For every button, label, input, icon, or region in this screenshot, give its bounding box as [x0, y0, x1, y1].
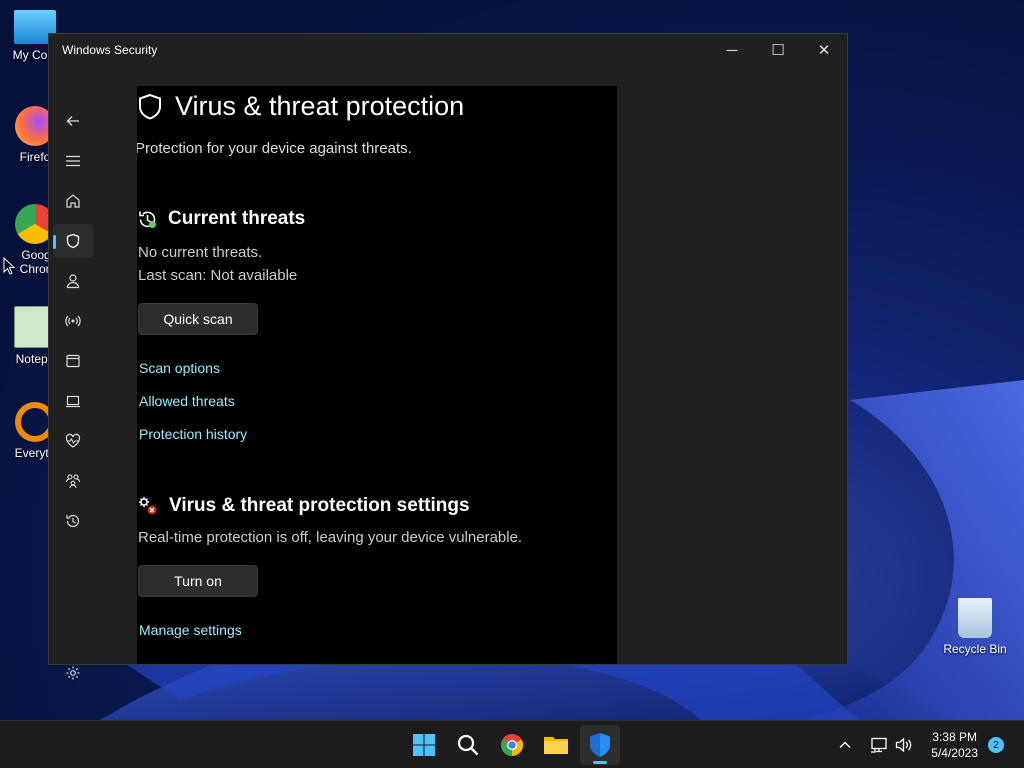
wifi-icon — [65, 315, 81, 327]
family-icon — [65, 474, 81, 489]
chevron-up-icon — [839, 741, 851, 748]
volume-control[interactable] — [895, 721, 913, 768]
nav-family-options[interactable] — [53, 464, 93, 498]
current-threats-heading: Current threats — [168, 208, 306, 229]
minimize-button[interactable]: ─ — [709, 34, 755, 66]
clock-time: 3:38 PM — [932, 730, 977, 744]
recycle-bin-icon — [958, 598, 992, 638]
clock-date: 5/4/2023 — [931, 746, 978, 760]
nav-app-browser-control[interactable] — [53, 344, 93, 378]
mouse-cursor — [3, 257, 15, 275]
windows-security-icon — [590, 733, 610, 757]
nav-virus-threat-protection[interactable] — [53, 224, 93, 258]
nav-settings[interactable] — [53, 656, 93, 690]
protection-history-link[interactable]: Protection history — [139, 426, 247, 442]
scan-options-link[interactable]: Scan options — [139, 360, 220, 376]
threat-status: No current threats. — [138, 244, 263, 261]
maximize-button[interactable]: ☐ — [755, 34, 801, 66]
back-icon — [66, 116, 79, 126]
last-scan-status: Last scan: Not available — [138, 267, 298, 284]
show-hidden-icons-button[interactable] — [838, 721, 852, 768]
close-button[interactable]: ✕ — [801, 34, 847, 66]
taskbar: 3:38 PM 5/4/2023 2 — [0, 720, 1024, 768]
settings-gears-icon — [139, 497, 157, 515]
shield-icon — [139, 93, 161, 120]
notification-badge[interactable]: 2 — [988, 737, 1004, 753]
quick-scan-button[interactable]: Quick scan — [138, 303, 258, 335]
system-clock[interactable]: 3:38 PM 5/4/2023 — [931, 729, 978, 761]
settings-icon — [66, 666, 80, 680]
desktop-icon-label: Recycle Bin — [943, 642, 1007, 656]
history-icon — [66, 514, 80, 528]
realtime-protection-warning: Real-time protection is off, leaving you… — [138, 529, 523, 546]
nav-home[interactable] — [53, 184, 93, 218]
taskbar-file-explorer[interactable] — [536, 725, 576, 765]
search-button[interactable] — [448, 725, 488, 765]
network-icon — [871, 737, 887, 753]
nav-protection-history[interactable] — [53, 504, 93, 538]
nav-account-protection[interactable] — [53, 264, 93, 298]
network-status[interactable] — [870, 721, 888, 768]
protection-settings-heading: Virus & threat protection settings — [169, 495, 470, 516]
current-threats-header: Current threats — [137, 208, 305, 230]
navigation-rail — [49, 66, 97, 680]
desktop-icon-recycle-bin[interactable]: Recycle Bin — [940, 598, 1010, 656]
nav-firewall-network[interactable] — [53, 304, 93, 338]
page-title: Virus & threat protection — [175, 91, 465, 121]
search-icon — [457, 734, 479, 756]
heart-pulse-icon — [65, 433, 81, 448]
page-header: Virus & threat protection — [137, 91, 464, 122]
taskbar-windows-security[interactable] — [580, 725, 620, 765]
manage-settings-link[interactable]: Manage settings — [139, 622, 242, 638]
file-explorer-icon — [544, 737, 568, 754]
person-icon — [66, 274, 80, 289]
back-button[interactable] — [53, 104, 93, 138]
home-icon — [66, 194, 80, 208]
chrome-icon — [501, 734, 523, 756]
menu-icon — [66, 155, 80, 167]
page-subtitle: Protection for your device against threa… — [137, 140, 412, 157]
windows-security-window: Windows Security ─ ☐ ✕ Virus & threat pr… — [48, 33, 848, 680]
turn-on-button[interactable]: Turn on — [138, 565, 258, 597]
start-icon — [413, 734, 435, 756]
nav-device-performance-health[interactable] — [53, 424, 93, 458]
nav-device-security[interactable] — [53, 384, 93, 418]
laptop-icon — [66, 395, 80, 408]
virus-threat-protection-page: Virus & threat protection Protection for… — [137, 86, 617, 664]
window-title: Windows Security — [62, 43, 158, 57]
allowed-threats-link[interactable]: Allowed threats — [139, 393, 235, 409]
title-bar[interactable]: Windows Security ─ ☐ ✕ — [49, 34, 847, 66]
start-button[interactable] — [404, 725, 444, 765]
protection-settings-header: Virus & threat protection settings — [137, 495, 470, 517]
shield-icon — [66, 233, 80, 249]
speaker-icon — [895, 737, 912, 753]
taskbar-chrome[interactable] — [492, 725, 532, 765]
history-shield-icon — [139, 211, 156, 228]
menu-button[interactable] — [53, 144, 93, 178]
app-browser-icon — [66, 354, 80, 368]
